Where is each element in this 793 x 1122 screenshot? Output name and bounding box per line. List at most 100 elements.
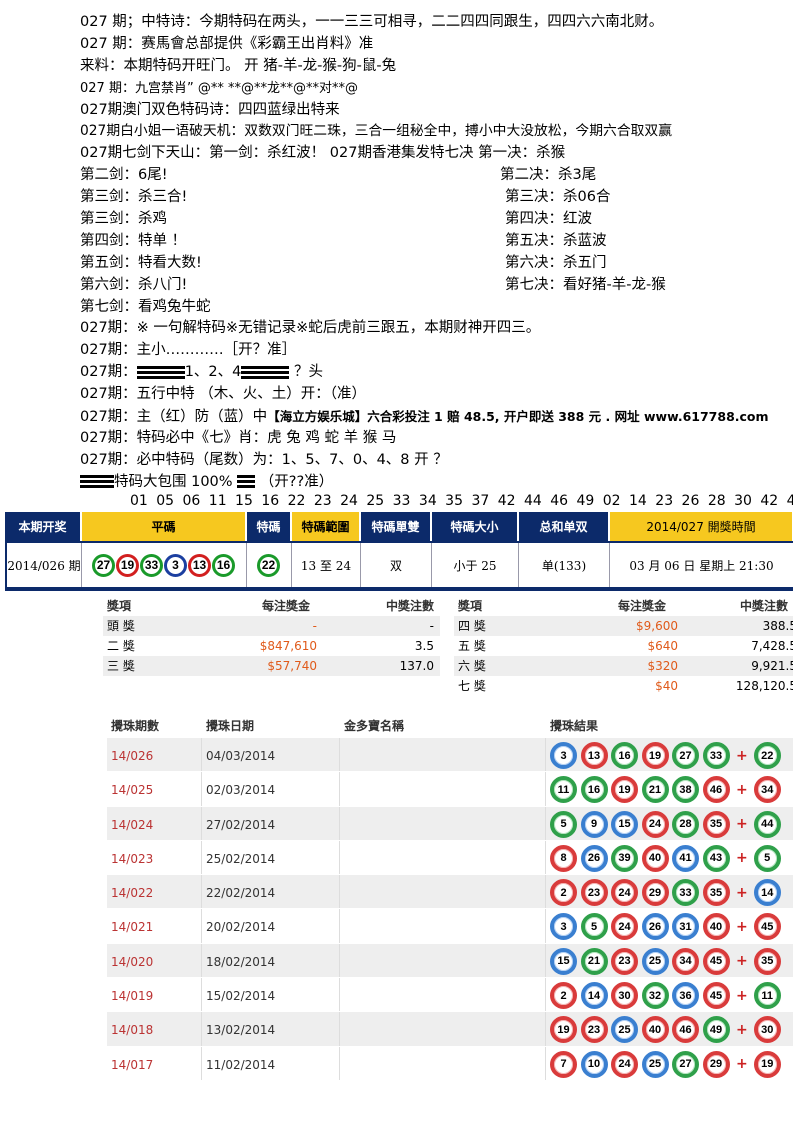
table-row: 14/023 25/02/2014 8 26 39 40 41 43 +5 (107, 840, 793, 876)
text-line: 027 期；中特诗：今期特码在两头，一一三三可相寻，二二四四同跟生，四四六六南北… (80, 14, 664, 30)
bar-decoration (80, 475, 114, 489)
number-ball: 21 (580, 947, 608, 975)
plus-icon: + (736, 781, 748, 798)
prize-count: 128,120.5 (735, 679, 793, 693)
number-ball: 24 (641, 810, 669, 838)
prize-name: 二 獎 (107, 639, 135, 653)
number-ball: 2 (550, 879, 577, 907)
draw-number: 14/018 (111, 1023, 154, 1038)
draw-date: 04/03/2014 (206, 749, 276, 763)
column-header: 中獎注數 (385, 599, 434, 613)
number-ball: 29 (641, 879, 669, 907)
sum-odd-even: 单(133) (519, 543, 610, 587)
special-number-ball: 22 (257, 553, 280, 577)
table-row: 14/026 04/03/2014 3 13 16 19 27 33 +22 (107, 738, 793, 773)
text-line: 027期白小姐一语破天机：双数双门旺二珠，三合一组秘全中，搏小中大没放松，今期六… (80, 123, 673, 140)
plus-icon: + (736, 747, 748, 764)
special-odd-even: 双 (361, 543, 432, 587)
column-divider (339, 772, 340, 806)
prize-amount: - (312, 619, 317, 633)
number-ball: 13 (188, 553, 211, 577)
number-ball: 24 (611, 879, 638, 907)
number-ball: 24 (611, 913, 638, 941)
ad-text: 【海立方娱乐城】六合彩投注 1 赔 48.5, 开户即送 388 元 . 网址 … (267, 409, 769, 425)
column-header: 金多寶名稱 (344, 719, 405, 733)
prize-table-left: 獎項 每注獎金 中獎注數 頭 獎 - - 二 獎 $847,610 3.5 三 … (103, 596, 440, 676)
extra-number-ball: 44 (753, 810, 781, 838)
sword-left: 第六剑：杀八门! (80, 276, 188, 293)
bar-decoration (136, 365, 185, 379)
header-odd-even: 特碼單雙 (361, 512, 431, 541)
column-divider (545, 806, 546, 840)
number-ball: 33 (140, 553, 163, 577)
number-ball: 40 (702, 913, 730, 941)
table-row: 14/021 20/02/2014 3 5 24 26 31 40 +45 (107, 909, 793, 944)
column-divider (339, 875, 340, 909)
number-ball: 25 (641, 947, 669, 975)
number-ball: 33 (672, 879, 699, 907)
prize-count: 3.5 (414, 639, 434, 653)
header-special: 特碼 (247, 512, 291, 541)
number-ball: 45 (702, 947, 730, 975)
draw-date: 25/02/2014 (206, 851, 276, 866)
number-ball: 19 (641, 742, 669, 769)
number-ball: 15 (611, 810, 638, 838)
text-line: 027期七剑下天山：第一剑：杀红波！ 027期香港集发特七决 第一决：杀猴 (80, 145, 566, 162)
prize-count: 137.0 (399, 659, 434, 673)
number-ball: 31 (672, 913, 699, 941)
number-ball: 7 (550, 1050, 577, 1078)
prize-name: 頭 獎 (107, 619, 135, 633)
draw-number: 14/019 (111, 989, 154, 1004)
column-header: 攪珠期數 (111, 719, 160, 733)
sword-left: 第五剑：特看大数! (80, 254, 202, 271)
column-divider (339, 943, 340, 978)
prize-count: - (429, 619, 434, 633)
number-ball: 36 (672, 982, 699, 1010)
number-ball: 3 (550, 913, 577, 941)
result-balls: 8 26 39 40 41 43 +5 (550, 844, 784, 872)
header-draw-time: 2014/027 開獎時間 (610, 512, 793, 541)
column-divider (545, 875, 546, 909)
number-ball: 25 (611, 1016, 638, 1044)
plus-icon: + (736, 884, 748, 901)
number-ball: 30 (611, 982, 638, 1010)
number-ball: 2 (550, 982, 577, 1010)
number-ball: 23 (580, 879, 608, 907)
plus-icon: + (736, 816, 748, 833)
number-list: 01 05 06 11 15 16 22 23 24 25 33 34 35 3… (130, 493, 793, 509)
special-size: 小于 25 (432, 543, 519, 587)
table-row: 14/019 15/02/2014 2 14 30 32 36 45 +11 (107, 978, 793, 1013)
plus-icon: + (736, 1021, 748, 1038)
draw-date: 18/02/2014 (206, 954, 276, 969)
divider (5, 587, 793, 591)
draw-number: 14/024 (111, 817, 154, 832)
text-line: 027期澳门双色特码诗：四四蓝绿出特来 (80, 101, 340, 118)
number-ball: 19 (116, 553, 139, 577)
draw-number: 14/025 (111, 783, 154, 798)
number-ball: 26 (641, 913, 669, 941)
column-divider (339, 909, 340, 943)
draw-date: 13/02/2014 (206, 1023, 276, 1038)
sword-row: 第二剑：6尾! 第二决：杀3尾 (80, 165, 793, 187)
number-ball: 35 (702, 810, 730, 838)
number-ball: 40 (641, 844, 669, 872)
header-range: 特碼範圍 (292, 512, 360, 541)
table-header: 獎項 每注獎金 中獎注數 (103, 596, 440, 616)
column-divider (545, 1046, 546, 1080)
sword-row: 第六剑：杀八门! 第七决：看好猪-羊-龙-猴 (80, 275, 793, 297)
number-ball: 11 (550, 776, 577, 804)
extra-number-ball: 19 (753, 1050, 781, 1078)
extra-number-ball: 34 (753, 776, 781, 804)
history-table: 攪珠期數 攪珠日期 金多寶名稱 攪珠結果 14/026 04/03/2014 3 13… (107, 712, 793, 1081)
number-ball: 34 (672, 947, 699, 975)
text-line: 027期：必中特码（尾数）为：1、5、7、0、4、8 开 ？ (80, 451, 448, 468)
result-balls: 2 14 30 32 36 45 +11 (550, 982, 784, 1010)
draw-time: 03 月 06 日 星期上 21:30 (629, 558, 774, 573)
column-divider (339, 738, 340, 772)
prize-amount: $847,610 (259, 639, 317, 653)
text-line: 027期：五行中特 （木、火、土）开：（准） (80, 386, 367, 403)
column-divider (545, 772, 546, 806)
prize-name: 三 獎 (107, 659, 135, 673)
number-ball: 16 (611, 742, 638, 769)
draw-date: 20/02/2014 (206, 920, 276, 935)
